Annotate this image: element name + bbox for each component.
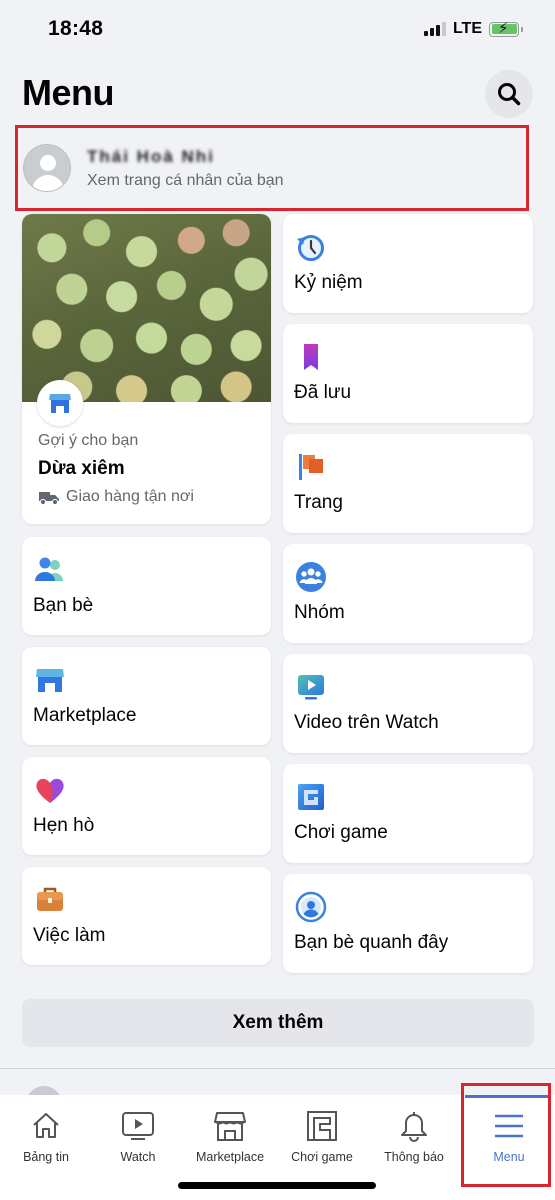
shortcut-label: Kỷ niệm	[294, 272, 363, 293]
bell-icon	[401, 1112, 427, 1142]
tab-label: Watch	[120, 1150, 156, 1164]
status-bar: 18:48 LTE ⚡	[0, 0, 555, 60]
status-time: 18:48	[48, 17, 104, 40]
profile-name: Thái Hoà Nhi	[87, 146, 215, 166]
see-more-button[interactable]: Xem thêm	[22, 999, 534, 1047]
pages-flag-icon	[299, 454, 323, 480]
tab-watch[interactable]: Watch	[92, 1095, 184, 1175]
gaming-icon	[298, 784, 324, 810]
jobs-briefcase-icon	[37, 887, 63, 911]
shortcut-label: Bạn bè	[33, 595, 94, 616]
shortcut-pages[interactable]: Trang	[283, 434, 533, 533]
profile-subtitle: Xem trang cá nhân của bạn	[87, 171, 284, 189]
section-divider	[0, 1068, 555, 1069]
tab-label: Thông báo	[384, 1150, 444, 1164]
shortcut-friends[interactable]: Bạn bè	[22, 537, 271, 635]
shortcut-label: Đã lưu	[294, 382, 352, 403]
gaming-icon	[307, 1111, 337, 1141]
home-indicator[interactable]	[178, 1182, 376, 1189]
shortcut-label: Việc làm	[33, 925, 106, 946]
tab-marketplace[interactable]: Marketplace	[184, 1095, 276, 1175]
shortcut-watch-video[interactable]: Video trên Watch	[283, 654, 533, 753]
delivery-info: Giao hàng tận nơi	[38, 488, 194, 506]
shortcut-label: Bạn bè quanh đây	[294, 932, 449, 953]
shortcut-label: Hẹn hò	[33, 815, 95, 836]
nearby-friends-icon	[295, 891, 327, 923]
tab-notifications[interactable]: Thông báo	[368, 1095, 460, 1175]
shortcut-memories[interactable]: Kỷ niệm	[283, 214, 533, 313]
shortcut-label: Video trên Watch	[294, 712, 439, 733]
page-title: Menu	[22, 72, 115, 113]
suggestion-label: Gợi ý cho bạn	[38, 432, 139, 449]
avatar	[23, 144, 71, 192]
friends-icon	[35, 557, 63, 581]
shortcut-dating[interactable]: Hẹn hò	[22, 757, 271, 855]
shortcut-jobs[interactable]: Việc làm	[22, 867, 271, 965]
memories-clock-icon	[297, 235, 324, 261]
featured-marketplace-card[interactable]: Gợi ý cho bạn Dừa xiêm Giao hàng tận nơi	[22, 214, 271, 524]
shortcut-label: Trang	[294, 492, 343, 513]
tab-label: Marketplace	[195, 1150, 265, 1164]
tab-label: Bảng tin	[23, 1150, 69, 1164]
tab-label: Chơi game	[291, 1150, 353, 1164]
shortcut-nearby-friends[interactable]: Bạn bè quanh đây	[283, 874, 533, 973]
product-photo	[22, 214, 271, 402]
network-type: LTE	[452, 20, 482, 37]
groups-icon	[296, 562, 326, 592]
shortcut-label: Nhóm	[294, 602, 345, 623]
watch-icon	[122, 1112, 154, 1140]
dating-heart-icon	[36, 778, 64, 803]
saved-bookmark-icon	[304, 344, 318, 370]
home-icon	[33, 1113, 59, 1138]
tab-news-feed[interactable]: Bảng tin	[0, 1095, 92, 1175]
shortcut-label: Marketplace	[33, 705, 137, 726]
search-icon	[498, 83, 521, 106]
shortcut-gaming[interactable]: Chơi game	[283, 764, 533, 863]
search-button[interactable]	[485, 70, 533, 118]
shortcut-label: Chơi game	[294, 822, 388, 843]
delivery-label: Giao hàng tận nơi	[66, 488, 194, 505]
shortcut-saved[interactable]: Đã lưu	[283, 324, 533, 423]
shortcut-marketplace[interactable]: Marketplace	[22, 647, 271, 745]
signal-icon	[423, 21, 446, 36]
menu-tab-annotation-box	[461, 1083, 551, 1187]
battery-charging-icon: ⚡	[489, 20, 523, 37]
watch-video-icon	[298, 675, 324, 700]
marketplace-icon	[36, 669, 64, 692]
marketplace-store-icon	[37, 380, 83, 426]
shortcut-groups[interactable]: Nhóm	[283, 544, 533, 643]
status-indicators: LTE ⚡	[423, 20, 523, 38]
profile-row[interactable]: Thái Hoà Nhi Xem trang cá nhân của bạn	[15, 125, 529, 211]
tab-gaming[interactable]: Chơi game	[276, 1095, 368, 1175]
truck-icon	[39, 492, 59, 505]
marketplace-icon	[214, 1112, 246, 1141]
product-name: Dừa xiêm	[38, 458, 125, 479]
